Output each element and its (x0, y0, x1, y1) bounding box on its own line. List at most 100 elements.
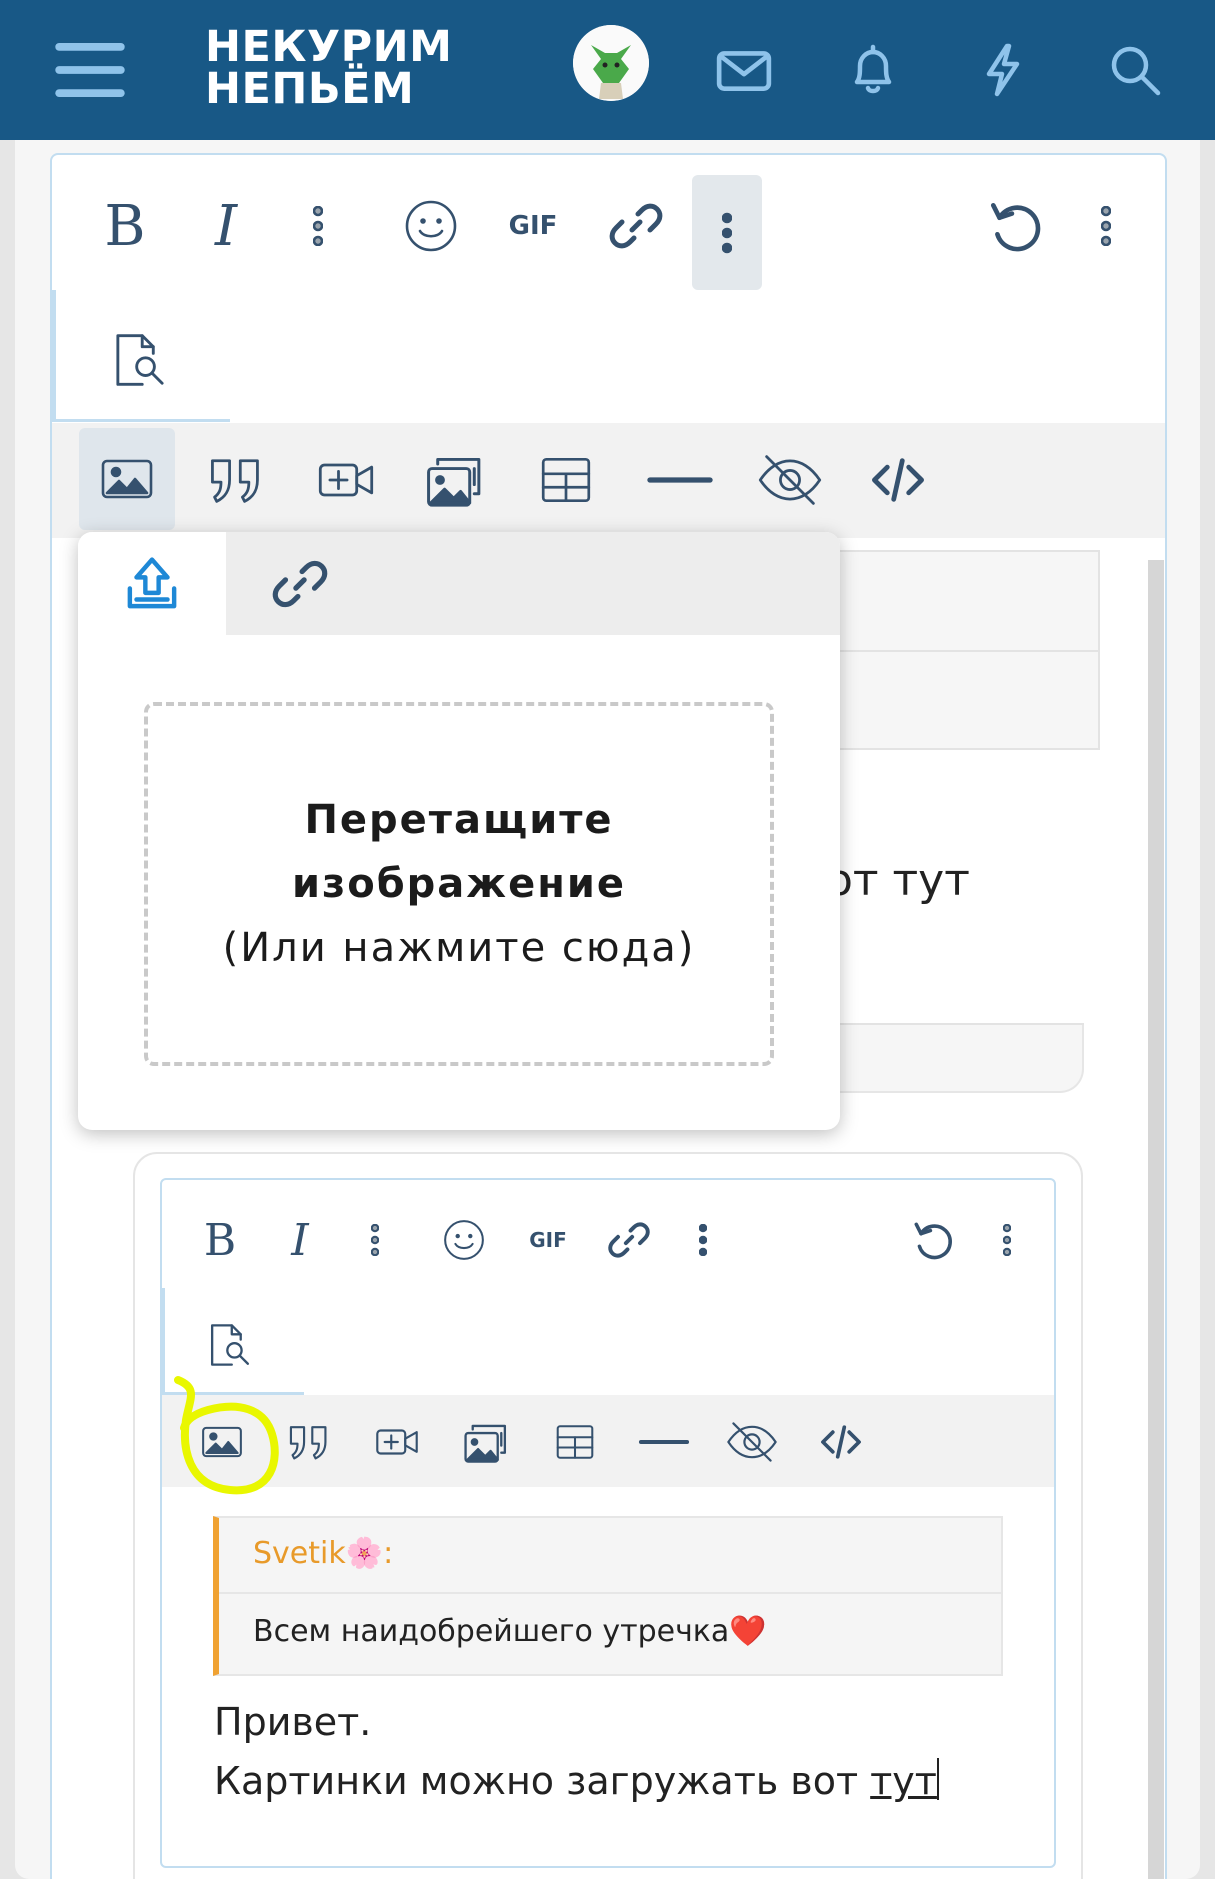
dropzone-hint: (Или нажмите сюда) (222, 925, 696, 971)
image-icon (202, 1426, 242, 1458)
horizontal-line-button[interactable] (634, 1415, 694, 1469)
undo-icon (914, 1222, 952, 1260)
code-icon (821, 1425, 861, 1459)
quote-divider (820, 650, 1100, 652)
popup-tabs (78, 532, 840, 635)
image-dropzone[interactable]: Перетащите изображение (Или нажмите сюда… (144, 702, 774, 1066)
mail-icon (716, 51, 772, 91)
code-button[interactable] (814, 1415, 868, 1469)
background-editor-bottom (820, 920, 1084, 1025)
bold-button[interactable]: B (198, 1210, 242, 1270)
gallery-button[interactable] (420, 440, 492, 520)
insert-image-button[interactable] (195, 1415, 249, 1469)
gif-button[interactable]: GIF (500, 198, 566, 254)
code-icon (872, 458, 924, 502)
horizontal-line-button[interactable] (640, 440, 720, 520)
insert-image-button[interactable] (79, 428, 175, 530)
insert-table-button[interactable] (530, 440, 602, 520)
preview-button[interactable] (100, 320, 180, 400)
italic-button[interactable]: I (278, 1210, 322, 1270)
quote-button[interactable] (200, 440, 272, 520)
search-button[interactable] (1085, 20, 1185, 120)
image-upload-popup: Перетащите изображение (Или нажмите сюда… (78, 532, 840, 1130)
video-icon (318, 463, 374, 497)
more-vertical-icon (699, 1224, 707, 1256)
quote-button[interactable] (282, 1415, 336, 1469)
background-message-text: от тут (826, 855, 970, 906)
smiley-icon (444, 1220, 484, 1260)
more-insert-options-button[interactable] (690, 1215, 716, 1265)
menu-icon (55, 43, 125, 97)
preview-icon (116, 334, 164, 386)
code-button[interactable] (862, 440, 934, 520)
bold-icon: B (104, 193, 146, 259)
undo-button[interactable] (978, 190, 1050, 262)
avatar[interactable] (573, 25, 649, 101)
more-vertical-icon (371, 1224, 379, 1256)
tab-upload[interactable] (78, 532, 226, 635)
toolbar-divider (52, 419, 230, 422)
message-line[interactable]: Картинки можно загружать вот тут (214, 1758, 939, 1803)
logo-line-2: НЕПЬЁМ (205, 64, 415, 114)
background-card-bottom (820, 1025, 1084, 1093)
message-underlined-word: тут (870, 1759, 937, 1803)
toolbar-divider (162, 1392, 304, 1395)
emoji-button[interactable] (395, 190, 467, 262)
dropzone-title: Перетащите изображение (291, 797, 627, 907)
table-icon (541, 457, 591, 503)
toolbar-indicator (162, 1288, 165, 1393)
insert-video-button[interactable] (370, 1415, 424, 1469)
more-vertical-icon (1101, 206, 1111, 246)
hide-icon (758, 455, 822, 505)
hide-icon (727, 1422, 777, 1462)
video-icon (376, 1429, 418, 1455)
logo-line-1: НЕКУРИМ (205, 22, 453, 72)
insert-table-button[interactable] (548, 1415, 602, 1469)
more-insert-options-button[interactable] (692, 175, 762, 290)
tab-by-url[interactable] (226, 532, 374, 635)
quote-divider (219, 1592, 1003, 1594)
gallery-button[interactable] (458, 1413, 516, 1471)
whats-new-button[interactable] (953, 20, 1053, 120)
preview-button[interactable] (200, 1315, 260, 1375)
more-text-options-button[interactable] (300, 190, 336, 262)
bold-icon: B (203, 1214, 237, 1266)
gif-button[interactable]: GIF (522, 1220, 574, 1260)
undo-button[interactable] (905, 1213, 959, 1267)
italic-icon: I (214, 193, 238, 259)
table-icon (556, 1425, 594, 1459)
message-line[interactable]: Привет. (214, 1700, 371, 1744)
gif-icon: GIF (529, 1228, 567, 1252)
more-vertical-icon (1003, 1224, 1011, 1256)
quote-author[interactable]: Svetik🌸: (253, 1536, 393, 1571)
italic-icon: I (291, 1214, 309, 1266)
more-text-options-button[interactable] (362, 1215, 388, 1265)
link-icon (272, 560, 328, 607)
italic-button[interactable]: I (196, 185, 256, 267)
site-logo[interactable]: НЕКУРИМ НЕПЬЁМ (205, 22, 453, 114)
bold-button[interactable]: B (95, 185, 155, 267)
mail-button[interactable] (694, 20, 794, 120)
text-caret (936, 1758, 939, 1800)
notifications-button[interactable] (823, 20, 923, 120)
preview-icon (210, 1324, 250, 1366)
hide-content-button[interactable] (750, 440, 830, 520)
insert-video-button[interactable] (310, 440, 382, 520)
emoji-button[interactable] (437, 1213, 491, 1267)
gallery-icon (427, 457, 481, 507)
undo-icon (990, 202, 1041, 252)
smiley-icon (405, 200, 457, 252)
more-options-button[interactable] (994, 1215, 1020, 1265)
search-icon (1111, 46, 1161, 96)
gallery-icon (464, 1424, 507, 1463)
menu-button[interactable] (40, 20, 140, 120)
more-vertical-icon (722, 212, 732, 253)
more-options-button[interactable] (1088, 190, 1124, 262)
link-button[interactable] (600, 190, 672, 262)
hide-content-button[interactable] (722, 1413, 782, 1471)
hr-icon (647, 477, 713, 483)
link-icon (609, 203, 663, 249)
link-button[interactable] (602, 1213, 656, 1267)
scrollbar[interactable] (1148, 560, 1164, 1879)
image-icon (101, 459, 153, 499)
